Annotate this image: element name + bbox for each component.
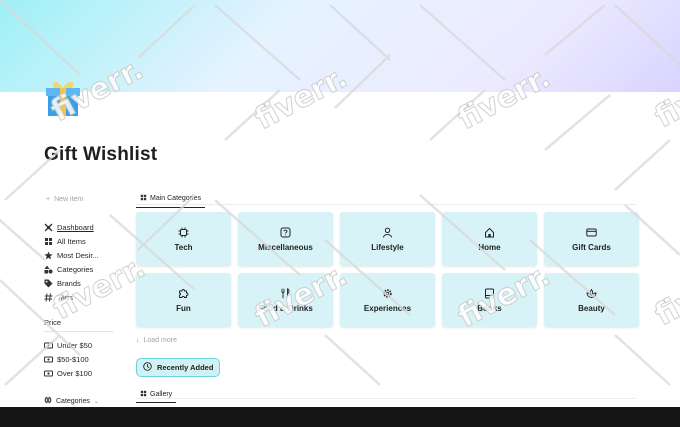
chip-icon [178, 227, 189, 238]
sidebar-item-label: Brands [57, 278, 81, 288]
sidebar-item-label: Categories [57, 264, 94, 274]
category-card-beauty[interactable]: Beauty [544, 273, 639, 327]
price-item-label: Under $50 [57, 340, 93, 350]
price-filter-list: Under $50 $50-$100 Over $100 [44, 338, 118, 380]
question-box-icon [280, 227, 291, 238]
category-card-experiences[interactable]: Experiences [340, 273, 435, 327]
category-label: Experiences [363, 303, 412, 313]
sidebar-item-categories[interactable]: Categories [44, 262, 118, 276]
home-icon [484, 227, 495, 238]
gallery-tabbar: Gallery [136, 384, 636, 403]
tab-main-categories[interactable]: Main Categories [136, 191, 205, 208]
category-label: Home [478, 242, 501, 252]
category-label: Books [477, 303, 502, 313]
price-item-50-100[interactable]: $50-$100 [44, 352, 118, 366]
load-more-label: Load more [143, 336, 177, 344]
gift-icon[interactable] [44, 76, 84, 118]
main-content: Main Categories Tech Miscellaneous Lifes… [136, 188, 639, 403]
sidebar-item-label: Most Desir... [57, 250, 99, 260]
cash-icon [44, 355, 53, 364]
load-more-button[interactable]: ↓ Load more [136, 334, 636, 346]
category-label: Miscellaneous [258, 242, 313, 252]
tag-icon [44, 279, 53, 288]
recently-added-button[interactable]: Recently Added [136, 358, 221, 377]
sidebar-item-brands[interactable]: Brands [44, 276, 118, 290]
sidebar-item-most-desired[interactable]: Most Desir... [44, 248, 118, 262]
category-card-miscellaneous[interactable]: Miscellaneous [238, 212, 333, 266]
category-card-tech[interactable]: Tech [136, 212, 231, 266]
person-icon [382, 227, 393, 238]
watermark-text: fiverr. [649, 256, 680, 333]
chevron-down-icon: ⌄ [93, 398, 99, 405]
sidebar-item-label: All Items [57, 236, 86, 246]
cover-banner [0, 0, 680, 92]
tab-label: Main Categories [150, 195, 201, 202]
grid-icon [140, 194, 147, 203]
sidebar: + New item Dashboard All Items Most Desi… [44, 192, 118, 380]
category-label: Fun [176, 303, 191, 313]
puzzle-icon [178, 288, 189, 299]
categories-toggle-label: Categories [56, 397, 90, 405]
book-icon [484, 288, 495, 299]
hash-icon [44, 292, 53, 302]
category-card-fun[interactable]: Fun [136, 273, 231, 327]
sidebar-item-tags[interactable]: Tags [44, 290, 118, 304]
price-item-label: $50-$100 [57, 354, 89, 364]
cash-icon [44, 369, 53, 378]
utensils-icon [280, 287, 291, 299]
lotus-icon [586, 288, 597, 299]
plus-icon: + [46, 195, 51, 203]
star-icon [44, 250, 53, 260]
credit-card-icon [586, 227, 597, 238]
category-label: Lifestyle [371, 242, 404, 252]
cash-icon [44, 341, 53, 350]
bottom-bar [0, 407, 680, 427]
category-card-home[interactable]: Home [442, 212, 537, 266]
category-card-food-drinks[interactable]: Food & Drinks [238, 273, 333, 327]
sidebar-item-label: Dashboard [57, 222, 94, 232]
sidebar-item-all-items[interactable]: All Items [44, 234, 118, 248]
category-label: Beauty [578, 303, 605, 313]
tab-label: Gallery [150, 391, 173, 398]
price-item-over-100[interactable]: Over $100 [44, 366, 118, 380]
arrow-down-icon: ↓ [136, 336, 140, 344]
categories-toggle[interactable]: Categories ⌄ [44, 396, 99, 406]
sidebar-nav: Dashboard All Items Most Desir... Catego… [44, 220, 118, 304]
settings-icon [382, 288, 393, 299]
category-label: Food & Drinks [258, 303, 313, 313]
shapes-icon [44, 265, 53, 274]
grid-icon [44, 237, 53, 246]
category-card-books[interactable]: Books [442, 273, 537, 327]
recently-added-label: Recently Added [157, 363, 214, 372]
view-tabbar: Main Categories [136, 188, 636, 208]
price-section-label: Price [44, 318, 114, 332]
new-item-label: New item [54, 195, 84, 203]
price-item-label: Over $100 [57, 368, 93, 378]
category-card-lifestyle[interactable]: Lifestyle [340, 212, 435, 266]
grid-icon [140, 390, 147, 399]
price-item-under-50[interactable]: Under $50 [44, 338, 118, 352]
sidebar-item-label: Tags [57, 292, 73, 302]
new-item-button[interactable]: + New item [46, 192, 118, 206]
clock-icon [143, 362, 152, 373]
page-title: Gift Wishlist [44, 144, 158, 165]
globe-icon [44, 396, 52, 406]
category-card-gift-cards[interactable]: Gift Cards [544, 212, 639, 266]
category-label: Tech [174, 242, 193, 252]
category-label: Gift Cards [572, 242, 611, 252]
category-grid: Tech Miscellaneous Lifestyle Home Gift C… [136, 212, 639, 327]
sidebar-item-dashboard[interactable]: Dashboard [44, 220, 118, 234]
tab-gallery[interactable]: Gallery [136, 388, 177, 403]
dashboard-icon [44, 223, 53, 232]
